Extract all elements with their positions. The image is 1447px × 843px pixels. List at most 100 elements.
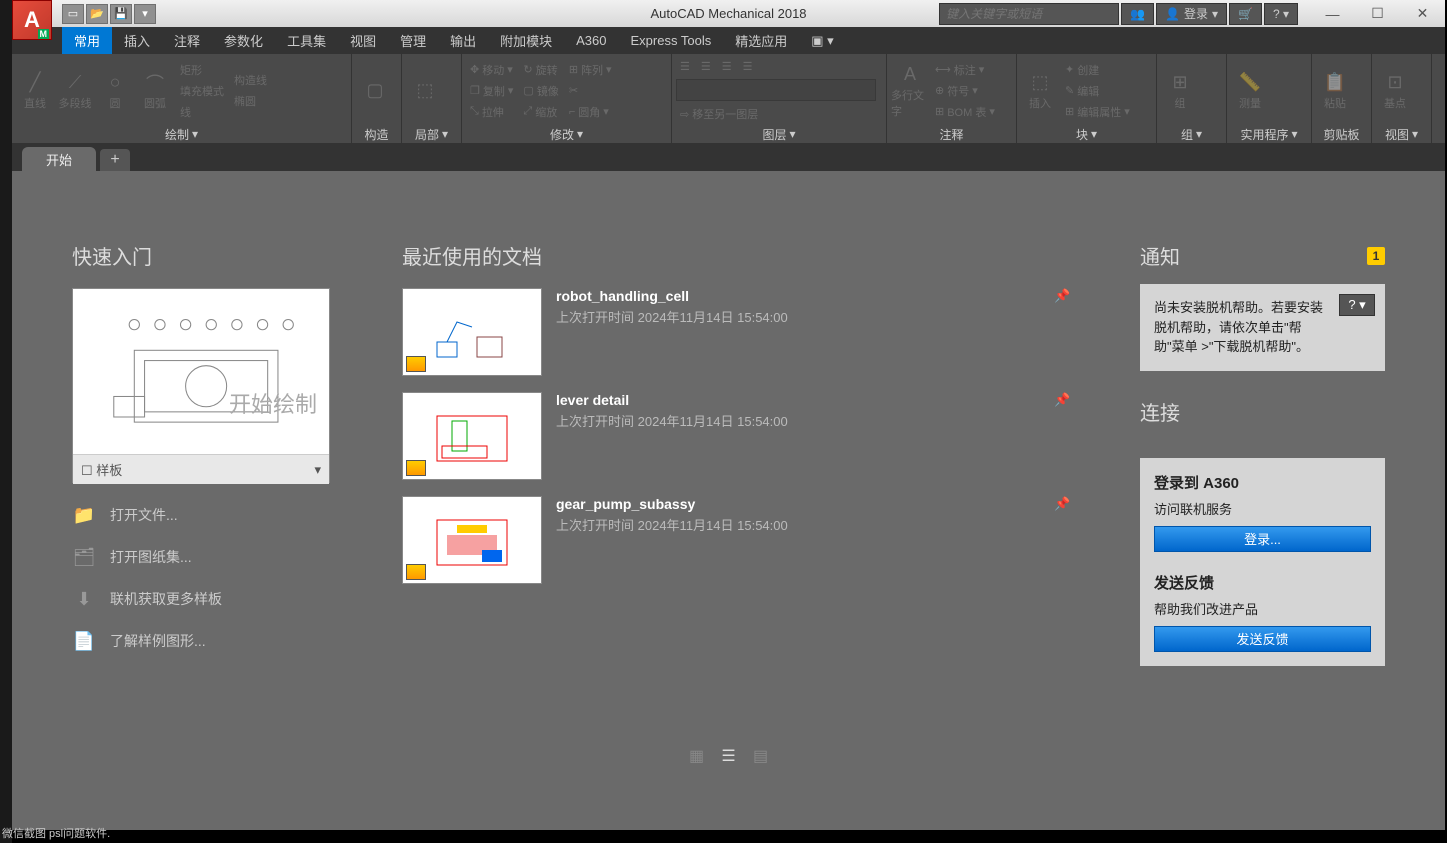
- panel-group-title[interactable]: 组 ▾: [1161, 125, 1222, 143]
- pin-icon[interactable]: 📌: [1054, 496, 1070, 584]
- panel-local-title[interactable]: 局部 ▾: [406, 125, 457, 143]
- window-controls: — ☐ ✕: [1310, 0, 1445, 27]
- line-button[interactable]: ╱直线: [16, 61, 54, 121]
- a360-login-button[interactable]: 登录...: [1154, 526, 1371, 552]
- panel-annotate-title[interactable]: 注释: [891, 125, 1012, 143]
- learn-samples-action[interactable]: 📄了解样例图形...: [72, 627, 332, 655]
- view-list-icon[interactable]: ☰: [720, 747, 738, 765]
- tab-start[interactable]: 开始: [22, 147, 96, 171]
- start-drawing-tile[interactable]: 开始绘制 ☐ 样板 ▾: [72, 288, 330, 483]
- panel-modify-title[interactable]: 修改 ▾: [466, 125, 667, 143]
- open-file-action[interactable]: 📁打开文件...: [72, 501, 332, 529]
- open-sheetset-action[interactable]: 🗂打开图纸集...: [72, 543, 332, 571]
- search-input[interactable]: [939, 3, 1119, 25]
- panel-block-title[interactable]: 块 ▾: [1021, 125, 1152, 143]
- panel-view-title[interactable]: 视图 ▾: [1376, 125, 1427, 143]
- pin-icon[interactable]: 📌: [1054, 288, 1070, 376]
- infocenter-button[interactable]: 👥: [1121, 3, 1154, 25]
- feedback-button[interactable]: 发送反馈: [1154, 626, 1371, 652]
- tab-switch-icon[interactable]: ▣ ▾: [799, 27, 845, 54]
- scale-button[interactable]: ⤢ 缩放: [519, 102, 562, 122]
- recent-name-1[interactable]: lever detail: [556, 392, 1040, 408]
- panel-layer-title[interactable]: 图层 ▾: [676, 125, 882, 143]
- tab-a360[interactable]: A360: [564, 27, 618, 54]
- view-small-icon[interactable]: ▦: [688, 747, 706, 765]
- tab-output[interactable]: 输出: [438, 27, 488, 54]
- recent-thumb-1[interactable]: [402, 392, 542, 480]
- recent-name-2[interactable]: gear_pump_subassy: [556, 496, 1040, 512]
- minimize-button[interactable]: —: [1310, 0, 1355, 27]
- insert-block-button[interactable]: ⬚插入: [1021, 61, 1059, 121]
- qat-open-icon[interactable]: 📂: [86, 4, 108, 24]
- tab-manage[interactable]: 管理: [388, 27, 438, 54]
- qat-dropdown-icon[interactable]: ▾: [134, 4, 156, 24]
- block-attr-button[interactable]: ⊞ 编辑属性 ▾: [1061, 102, 1134, 122]
- detail-button[interactable]: ⬚: [406, 61, 444, 121]
- hatch-button[interactable]: 填充模式: [176, 81, 228, 101]
- copy-button[interactable]: ❐ 复制 ▾: [466, 81, 517, 101]
- rect-button[interactable]: 矩形: [176, 60, 228, 80]
- template-dropdown[interactable]: ☐ 样板 ▾: [73, 454, 329, 484]
- block-create-button[interactable]: ✦ 创建: [1061, 60, 1134, 80]
- block-edit-button[interactable]: ✎ 编辑: [1061, 81, 1134, 101]
- app-menu-logo[interactable]: A M: [12, 0, 52, 40]
- recent-name-0[interactable]: robot_handling_cell: [556, 288, 1040, 304]
- layer-prop-button[interactable]: ☰: [676, 56, 694, 76]
- tab-express[interactable]: Express Tools: [619, 27, 724, 54]
- arc-button[interactable]: ⌒圆弧: [136, 61, 174, 121]
- dim-button[interactable]: ⟷ 标注 ▾: [931, 60, 999, 80]
- tab-parametric[interactable]: 参数化: [212, 27, 275, 54]
- ellipse-button[interactable]: 椭圆: [230, 91, 271, 111]
- layer-off-button[interactable]: ☰: [718, 56, 736, 76]
- tab-home[interactable]: 常用: [62, 27, 112, 54]
- layer-combo[interactable]: [676, 79, 876, 101]
- tab-annotate[interactable]: 注释: [162, 27, 212, 54]
- constr-button[interactable]: 构造线: [230, 70, 271, 90]
- tab-view[interactable]: 视图: [338, 27, 388, 54]
- circle-button[interactable]: ○圆: [96, 61, 134, 121]
- tab-featured[interactable]: 精选应用: [723, 27, 799, 54]
- symbol-button[interactable]: ⊕ 符号 ▾: [931, 81, 999, 101]
- panel-construct-title[interactable]: 构造: [356, 125, 397, 143]
- recent-thumb-2[interactable]: [402, 496, 542, 584]
- panel-view: ⊡基点 视图 ▾: [1372, 54, 1432, 143]
- panel-clipboard-title[interactable]: 剪贴板: [1316, 125, 1367, 143]
- view-large-icon[interactable]: ▤: [752, 747, 770, 765]
- recent-thumb-0[interactable]: [402, 288, 542, 376]
- array-button[interactable]: ⊞ 阵列 ▾: [565, 60, 616, 80]
- mtext-button[interactable]: A多行文字: [891, 61, 929, 121]
- move-layer-button[interactable]: ⇨ 移至另一图层: [676, 104, 882, 124]
- layer-freeze-button[interactable]: ☰: [739, 56, 757, 76]
- close-button[interactable]: ✕: [1400, 0, 1445, 27]
- tab-addins[interactable]: 附加模块: [488, 27, 564, 54]
- polyline-button[interactable]: ⟋多段线: [56, 61, 94, 121]
- mirror-button[interactable]: ▢ 镜像: [519, 81, 562, 101]
- local-button[interactable]: ▢: [356, 61, 394, 121]
- exchange-button[interactable]: 🛒: [1229, 3, 1262, 25]
- stretch-button[interactable]: ⤡ 拉伸: [466, 102, 517, 122]
- xline-button[interactable]: 线: [176, 102, 228, 122]
- login-button[interactable]: 👤 登录 ▾: [1156, 3, 1227, 25]
- group-button[interactable]: ⊞组: [1161, 61, 1199, 121]
- paste-button[interactable]: 📋粘贴: [1316, 61, 1354, 121]
- tab-toolset[interactable]: 工具集: [275, 27, 338, 54]
- move-button[interactable]: ✥ 移动 ▾: [466, 60, 517, 80]
- panel-utility-title[interactable]: 实用程序 ▾: [1231, 125, 1307, 143]
- tab-insert[interactable]: 插入: [112, 27, 162, 54]
- panel-draw-title[interactable]: 绘制 ▾: [16, 125, 347, 143]
- qat-new-icon[interactable]: ▭: [62, 4, 84, 24]
- trim-button[interactable]: ✂: [565, 81, 616, 101]
- notif-help-button[interactable]: ? ▾: [1339, 294, 1375, 316]
- fillet-button[interactable]: ⌐ 圆角 ▾: [565, 102, 616, 122]
- qat-save-icon[interactable]: 💾: [110, 4, 132, 24]
- pin-icon[interactable]: 📌: [1054, 392, 1070, 480]
- base-button[interactable]: ⊡基点: [1376, 61, 1414, 121]
- get-templates-action[interactable]: ⬇联机获取更多样板: [72, 585, 332, 613]
- maximize-button[interactable]: ☐: [1355, 0, 1400, 27]
- add-tab-button[interactable]: +: [100, 149, 130, 171]
- help-button[interactable]: ? ▾: [1264, 3, 1298, 25]
- rotate-button[interactable]: ↻ 旋转: [519, 60, 562, 80]
- measure-button[interactable]: 📏测量: [1231, 61, 1269, 121]
- layer-iso-button[interactable]: ☰: [697, 56, 715, 76]
- bom-button[interactable]: ⊞ BOM 表 ▾: [931, 102, 999, 122]
